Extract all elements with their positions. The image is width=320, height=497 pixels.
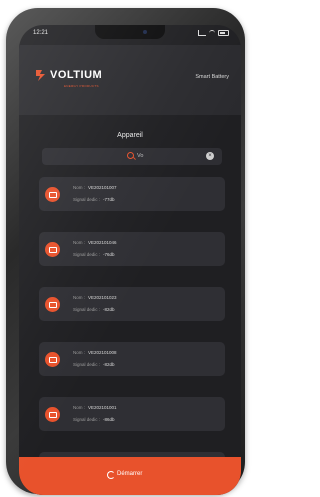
device-signal-row: Signal dedic : -86db: [73, 417, 115, 422]
page-title: Appareil: [117, 132, 143, 139]
device-name-row: Nom : VE202101001: [73, 405, 117, 410]
battery-icon: [218, 30, 229, 36]
device-item[interactable]: Nom : VE202101023 Signal dedic : -82db: [39, 287, 225, 321]
device-name-label: Nom :: [73, 405, 86, 410]
device-signal-row: Signal dedic : -77db: [73, 197, 115, 202]
brand-name: VOLTIUM: [50, 69, 103, 81]
status-time: 12:21: [33, 30, 49, 36]
device-signal-label: Signal dedic :: [73, 362, 101, 367]
battery-device-icon: [45, 242, 60, 257]
device-signal: -76db: [103, 252, 115, 257]
device-name-label: Nom :: [73, 240, 86, 245]
device-item[interactable]: Nom : VE202101001 Signal dedic : -86db: [39, 397, 225, 431]
device-name: VE202101023: [88, 295, 117, 300]
device-signal-label: Signal dedic :: [73, 307, 101, 312]
device-name: VE202101007: [88, 185, 117, 190]
device-name-label: Nom :: [73, 185, 86, 190]
device-signal: -82db: [103, 307, 115, 312]
device-signal-row: Signal dedic : -82db: [73, 307, 115, 312]
device-list: Nom : VE202101007 Signal dedic : -77db Nom…: [39, 177, 225, 495]
device-name: VE202101008: [88, 350, 117, 355]
signal-icon: [198, 30, 206, 36]
device-name-row: Nom : VE202101046: [73, 240, 117, 245]
search-value: Vo: [137, 153, 144, 159]
refresh-icon: [107, 471, 115, 479]
search-input[interactable]: Vo ×: [42, 148, 222, 165]
device-item[interactable]: Nom : VE202101046 Signal dedic : -76db: [39, 232, 225, 266]
device-name-label: Nom :: [73, 350, 86, 355]
wifi-icon: [209, 30, 215, 36]
device-name: VE202101001: [88, 405, 117, 410]
device-name-row: Nom : VE202101023: [73, 295, 117, 300]
device-signal-label: Signal dedic :: [73, 417, 101, 422]
search-icon: [127, 152, 134, 159]
close-icon[interactable]: ×: [206, 152, 214, 160]
device-name-label: Nom :: [73, 295, 86, 300]
voltium-logo-icon: [36, 70, 45, 81]
battery-device-icon: [45, 297, 60, 312]
status-icons: [198, 30, 229, 36]
phone-frame: 12:21 VOLTIUM ENERGY PRODUCTS Smart Batt…: [6, 8, 245, 495]
device-signal: -77db: [103, 197, 115, 202]
device-signal: -86db: [103, 417, 115, 422]
device-name-row: Nom : VE202101007: [73, 185, 117, 190]
device-name-row: Nom : VE202101008: [73, 350, 117, 355]
battery-device-icon: [45, 187, 60, 202]
battery-device-icon: [45, 407, 60, 422]
camera-icon: [143, 30, 147, 34]
brand-tagline: ENERGY PRODUCTS: [64, 84, 99, 88]
device-signal-row: Signal dedic : -82db: [73, 362, 115, 367]
battery-device-icon: [45, 352, 60, 367]
device-signal: -82db: [103, 362, 115, 367]
status-bar: 12:21: [19, 25, 241, 43]
device-signal-label: Signal dedic :: [73, 252, 101, 257]
device-item[interactable]: Nom : VE202101007 Signal dedic : -77db: [39, 177, 225, 211]
device-signal-row: Signal dedic : -76db: [73, 252, 115, 257]
phone-screen: 12:21 VOLTIUM ENERGY PRODUCTS Smart Batt…: [19, 25, 241, 495]
device-name: VE202101046: [88, 240, 117, 245]
start-button-label: Démarrer: [117, 471, 143, 477]
device-item[interactable]: Nom : VE202101008 Signal dedic : -82db: [39, 342, 225, 376]
smart-battery-link[interactable]: Smart Battery: [195, 74, 229, 80]
device-signal-label: Signal dedic :: [73, 197, 101, 202]
start-button[interactable]: Démarrer: [19, 457, 241, 495]
notch: [95, 25, 165, 39]
